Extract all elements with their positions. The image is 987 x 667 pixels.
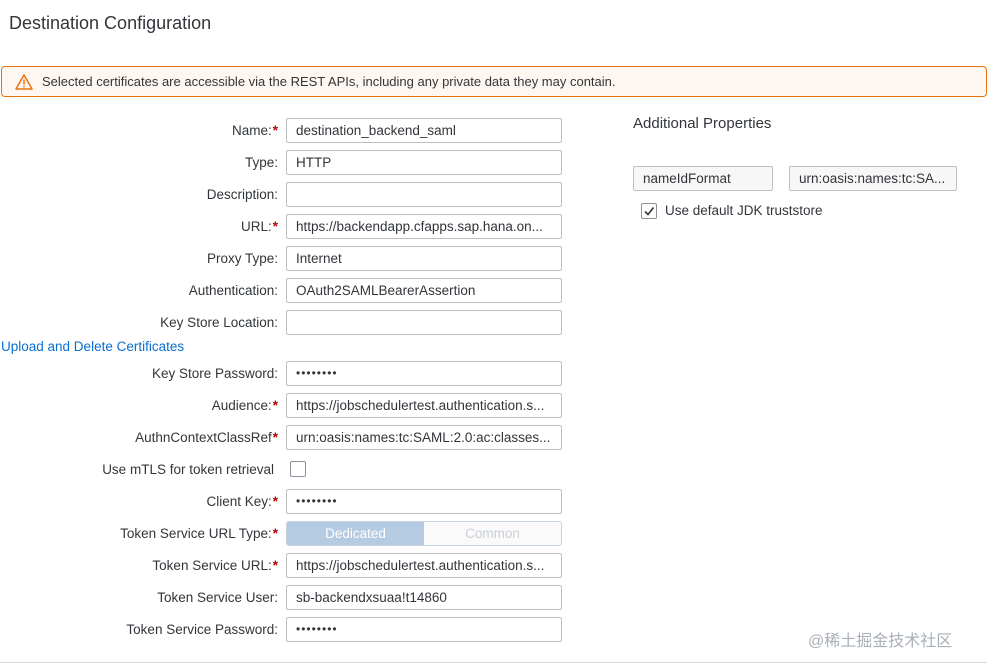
authn-context-field[interactable]: urn:oasis:names:tc:SAML:2.0:ac:classes..…	[286, 425, 562, 450]
watermark: @稀土掘金技术社区	[808, 633, 953, 650]
type-field[interactable]: HTTP	[286, 150, 562, 175]
additional-properties-title: Additional Properties	[633, 115, 772, 132]
property-key-field[interactable]: nameIdFormat	[633, 166, 773, 191]
token-service-user-label: Token Service User:	[157, 590, 278, 605]
jdk-truststore-checkbox[interactable]	[641, 203, 657, 219]
page-title: Destination Configuration	[9, 13, 212, 33]
url-field[interactable]: https://backendapp.cfapps.sap.hana.on...	[286, 214, 562, 239]
client-key-label: Client Key:*	[206, 494, 278, 509]
authentication-field[interactable]: OAuth2SAMLBearerAssertion	[286, 278, 562, 303]
warning-icon	[15, 73, 33, 90]
audience-field[interactable]: https://jobschedulertest.authentication.…	[286, 393, 562, 418]
warning-message-strip: Selected certificates are accessible via…	[1, 66, 987, 97]
key-store-password-field[interactable]: ••••••••	[286, 361, 562, 386]
type-label: Type:	[244, 155, 278, 170]
property-value-field[interactable]: urn:oasis:names:tc:SA...	[789, 166, 957, 191]
token-service-password-field[interactable]: ••••••••	[286, 617, 562, 642]
authn-context-label: AuthnContextClassRef*	[135, 430, 278, 445]
segment-dedicated[interactable]: Dedicated	[287, 522, 424, 545]
key-store-location-label: Key Store Location:	[160, 315, 278, 330]
checkmark-icon	[644, 207, 655, 216]
jdk-truststore-label: Use default JDK truststore	[665, 203, 823, 218]
use-mtls-checkbox[interactable]	[290, 461, 306, 477]
bottom-divider	[0, 662, 987, 663]
token-service-url-type-label: Token Service URL Type:*	[120, 526, 278, 541]
description-field[interactable]	[286, 182, 562, 207]
upload-delete-certificates-link[interactable]: Upload and Delete Certificates	[1, 339, 184, 354]
warning-text: Selected certificates are accessible via…	[42, 74, 616, 89]
authentication-label: Authentication:	[188, 283, 278, 298]
name-field[interactable]: destination_backend_saml	[286, 118, 562, 143]
description-label: Description:	[206, 187, 278, 202]
key-store-location-field[interactable]	[286, 310, 562, 335]
audience-label: Audience:*	[211, 398, 278, 413]
segment-common[interactable]: Common	[424, 522, 561, 545]
token-service-url-label: Token Service URL:*	[152, 558, 278, 573]
client-key-field[interactable]: ••••••••	[286, 489, 562, 514]
proxy-type-field[interactable]: Internet	[286, 246, 562, 271]
key-store-password-label: Key Store Password:	[151, 366, 278, 381]
use-mtls-label: Use mTLS for token retrieval	[102, 462, 274, 477]
token-service-user-field[interactable]: sb-backendxsuaa!t14860	[286, 585, 562, 610]
token-service-url-field[interactable]: https://jobschedulertest.authentication.…	[286, 553, 562, 578]
url-label: URL:*	[240, 219, 278, 234]
token-service-url-type-segmented[interactable]: Dedicated Common	[286, 521, 562, 546]
proxy-type-label: Proxy Type:	[206, 251, 278, 266]
name-label: Name:*	[231, 123, 278, 138]
token-service-password-label: Token Service Password:	[126, 622, 278, 637]
